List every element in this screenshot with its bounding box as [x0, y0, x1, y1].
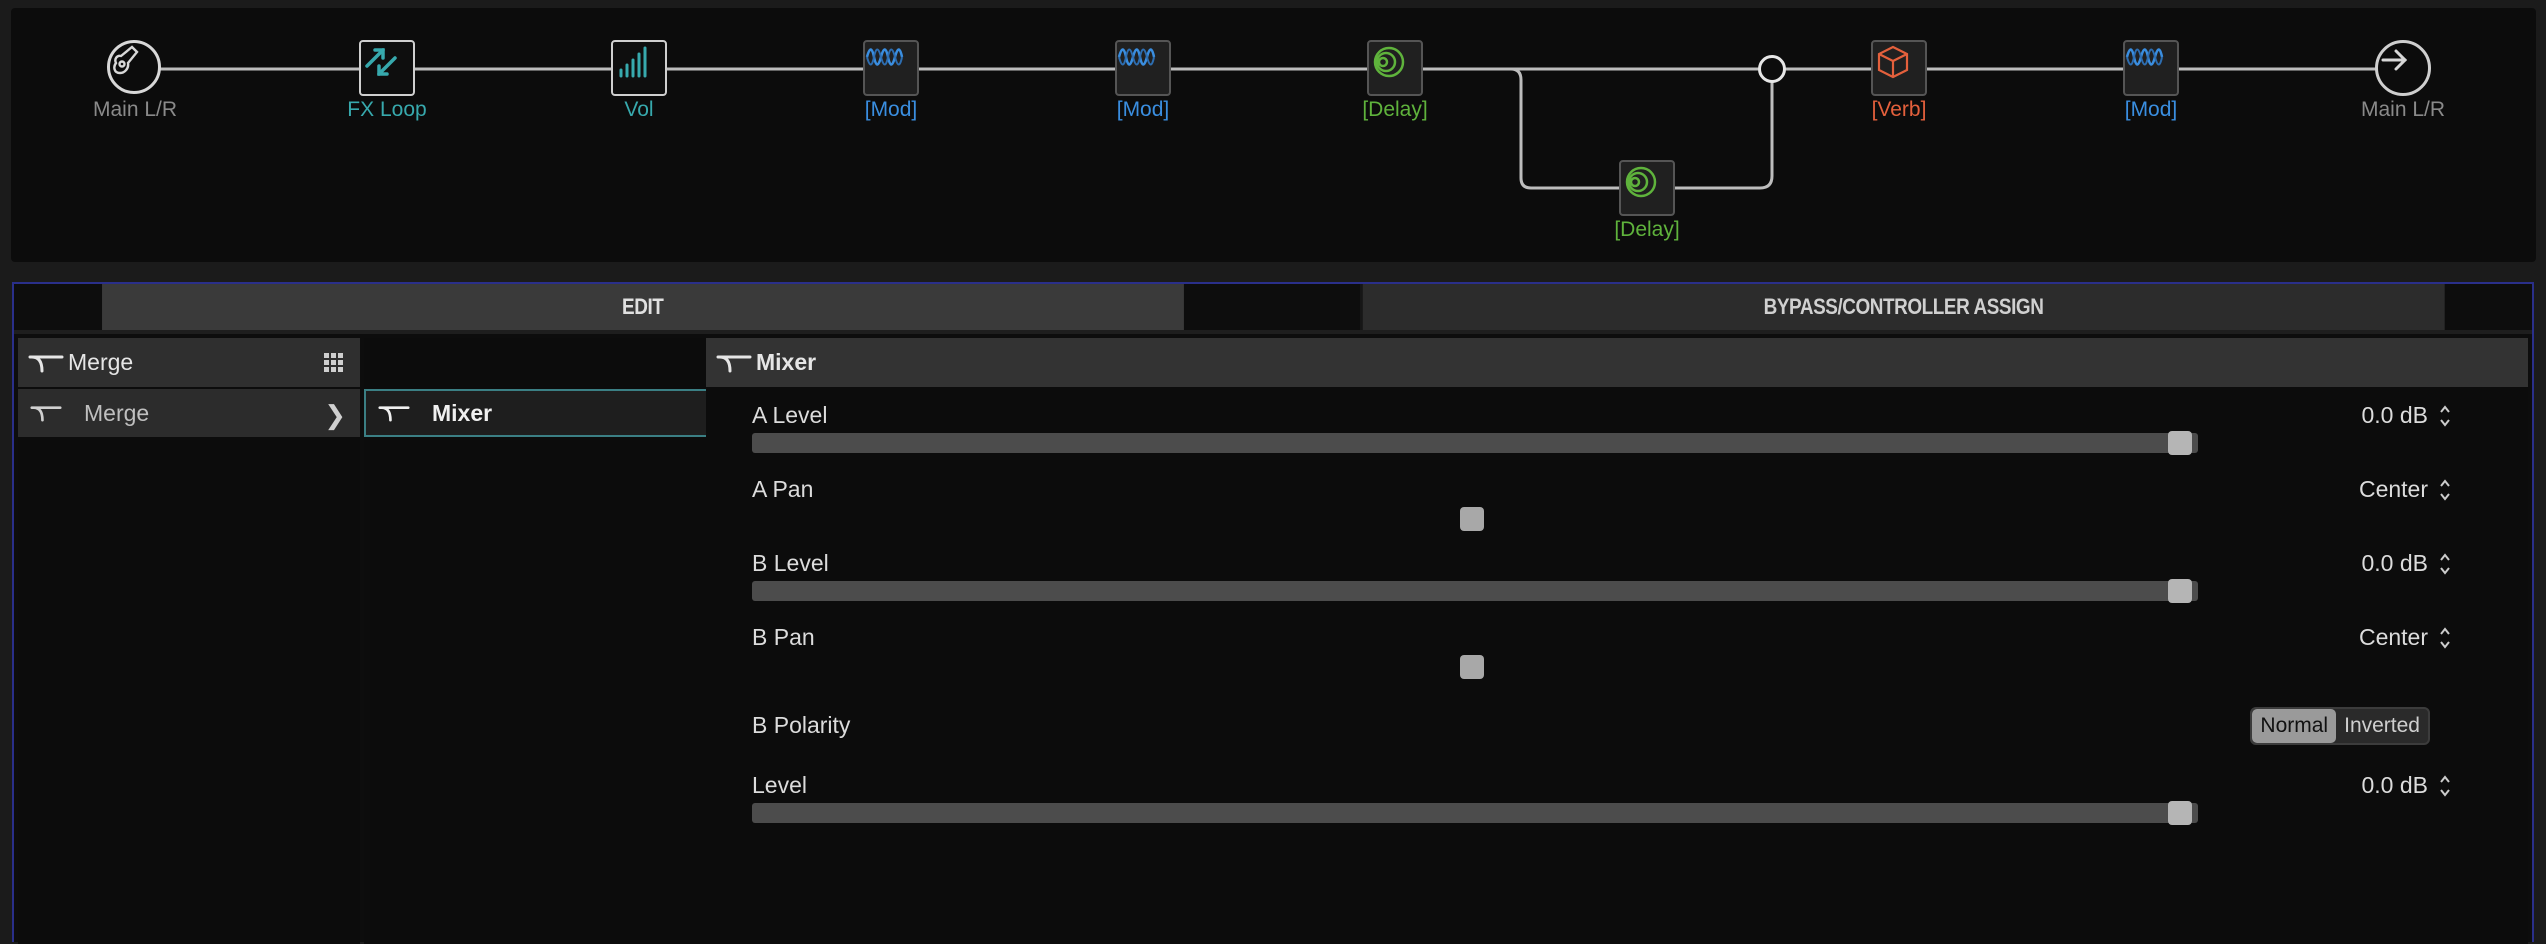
block-verb[interactable]: [Verb]	[1871, 40, 1927, 121]
parameter-header: Mixer	[706, 338, 2528, 387]
level-slider[interactable]	[752, 579, 2198, 603]
merge-icon	[24, 403, 68, 423]
stepper-icon[interactable]	[2438, 771, 2452, 801]
level-slider[interactable]	[752, 801, 2198, 825]
verb-label: [Verb]	[1871, 98, 1927, 121]
delay-2-label: [Delay]	[1614, 218, 1680, 241]
merge-icon	[372, 403, 416, 423]
polarity-toggle: Normal Inverted	[2250, 707, 2430, 745]
category-item-merge[interactable]: Merge ❯	[18, 389, 360, 437]
category-column: Merge Merge ❯	[18, 338, 360, 944]
mod-wave-icon	[863, 40, 919, 96]
tab-divider	[14, 330, 2532, 334]
param-name: A Level	[752, 402, 828, 428]
pan-slider[interactable]	[752, 507, 2198, 531]
stepper-icon[interactable]	[2438, 475, 2452, 505]
slider-knob[interactable]	[1460, 507, 1484, 531]
delay-rings-icon	[1619, 160, 1675, 216]
category-header-title: Merge	[68, 349, 134, 375]
volume-label: Vol	[624, 98, 654, 121]
mod-wave-icon	[2123, 40, 2179, 96]
guitar-icon	[107, 40, 161, 94]
output-label: Main L/R	[2360, 98, 2446, 121]
tab-bypass-controller-assign[interactable]: BYPASS/CONTROLLER ASSIGN	[1359, 284, 2444, 330]
merge-point-icon[interactable]	[1758, 55, 1786, 83]
mod-wave-icon	[1115, 40, 1171, 96]
param-value: 0.0 dB	[2361, 772, 2429, 798]
delay-1-label: [Delay]	[1362, 98, 1428, 121]
chevron-right-icon: ❯	[324, 400, 346, 430]
model-item-label: Mixer	[432, 399, 493, 426]
signal-chain: Main L/R FX Loop Vol [Mod] [Mod] [Delay]…	[11, 8, 2536, 262]
model-column: Mixer	[364, 338, 718, 944]
merge-icon	[24, 353, 68, 373]
parameter-header-title: Mixer	[756, 349, 817, 375]
volume-bars-icon	[611, 40, 667, 96]
input-label: Main L/R	[92, 98, 178, 121]
mod-1-label: [Mod]	[864, 98, 918, 121]
block-delay-2[interactable]: [Delay]	[1614, 160, 1680, 241]
block-delay-1[interactable]: [Delay]	[1362, 40, 1428, 121]
output-node[interactable]: Main L/R	[2361, 40, 2445, 121]
category-header: Merge	[18, 338, 360, 387]
slider-knob[interactable]	[2168, 431, 2192, 455]
polarity-option-normal[interactable]: Normal	[2252, 709, 2337, 743]
block-mod-1[interactable]: [Mod]	[863, 40, 919, 121]
polarity-option-inverted[interactable]: Inverted	[2336, 709, 2428, 743]
edit-panel: EDIT BYPASS/CONTROLLER ASSIGN Merge Merg…	[12, 282, 2534, 944]
param-value: 0.0 dB	[2361, 550, 2429, 576]
slider-knob[interactable]	[2168, 579, 2192, 603]
arrow-right-icon	[2375, 40, 2431, 96]
block-volume[interactable]: Vol	[611, 40, 667, 121]
delay-rings-icon	[1367, 40, 1423, 96]
grid-icon[interactable]	[324, 353, 344, 373]
block-fx-loop[interactable]: FX Loop	[347, 40, 427, 121]
tab-edit[interactable]: EDIT	[102, 284, 1184, 330]
level-slider[interactable]	[752, 431, 2198, 455]
category-item-label: Merge	[84, 399, 150, 426]
mod-3-label: [Mod]	[2124, 98, 2178, 121]
tab-bar: EDIT BYPASS/CONTROLLER ASSIGN	[14, 284, 2532, 330]
param-value: Center	[2358, 476, 2428, 502]
parameter-panel: Mixer A Level 0.0 dB A Pan Center B Leve…	[706, 338, 2528, 944]
stepper-icon[interactable]	[2438, 623, 2452, 653]
param-name: B Polarity	[752, 712, 851, 738]
reverb-cube-icon	[1871, 40, 1927, 96]
stepper-icon[interactable]	[2438, 401, 2452, 431]
param-value: 0.0 dB	[2361, 402, 2429, 428]
param-name: A Pan	[752, 476, 814, 502]
block-mod-2[interactable]: [Mod]	[1115, 40, 1171, 121]
slider-knob[interactable]	[2168, 801, 2192, 825]
block-mod-3[interactable]: [Mod]	[2123, 40, 2179, 121]
slider-knob[interactable]	[1460, 655, 1484, 679]
param-name: Level	[752, 772, 807, 798]
param-value: Center	[2358, 624, 2428, 650]
fx-loop-label: FX Loop	[347, 98, 427, 121]
mod-2-label: [Mod]	[1116, 98, 1170, 121]
param-name: B Pan	[752, 624, 815, 650]
model-item-mixer[interactable]: Mixer	[364, 389, 716, 437]
input-node[interactable]: Main L/R	[93, 40, 177, 121]
param-name: B Level	[752, 550, 829, 576]
pan-slider[interactable]	[752, 655, 2198, 679]
stepper-icon[interactable]	[2438, 549, 2452, 579]
fx-loop-icon	[359, 40, 415, 96]
merge-icon	[712, 353, 756, 373]
